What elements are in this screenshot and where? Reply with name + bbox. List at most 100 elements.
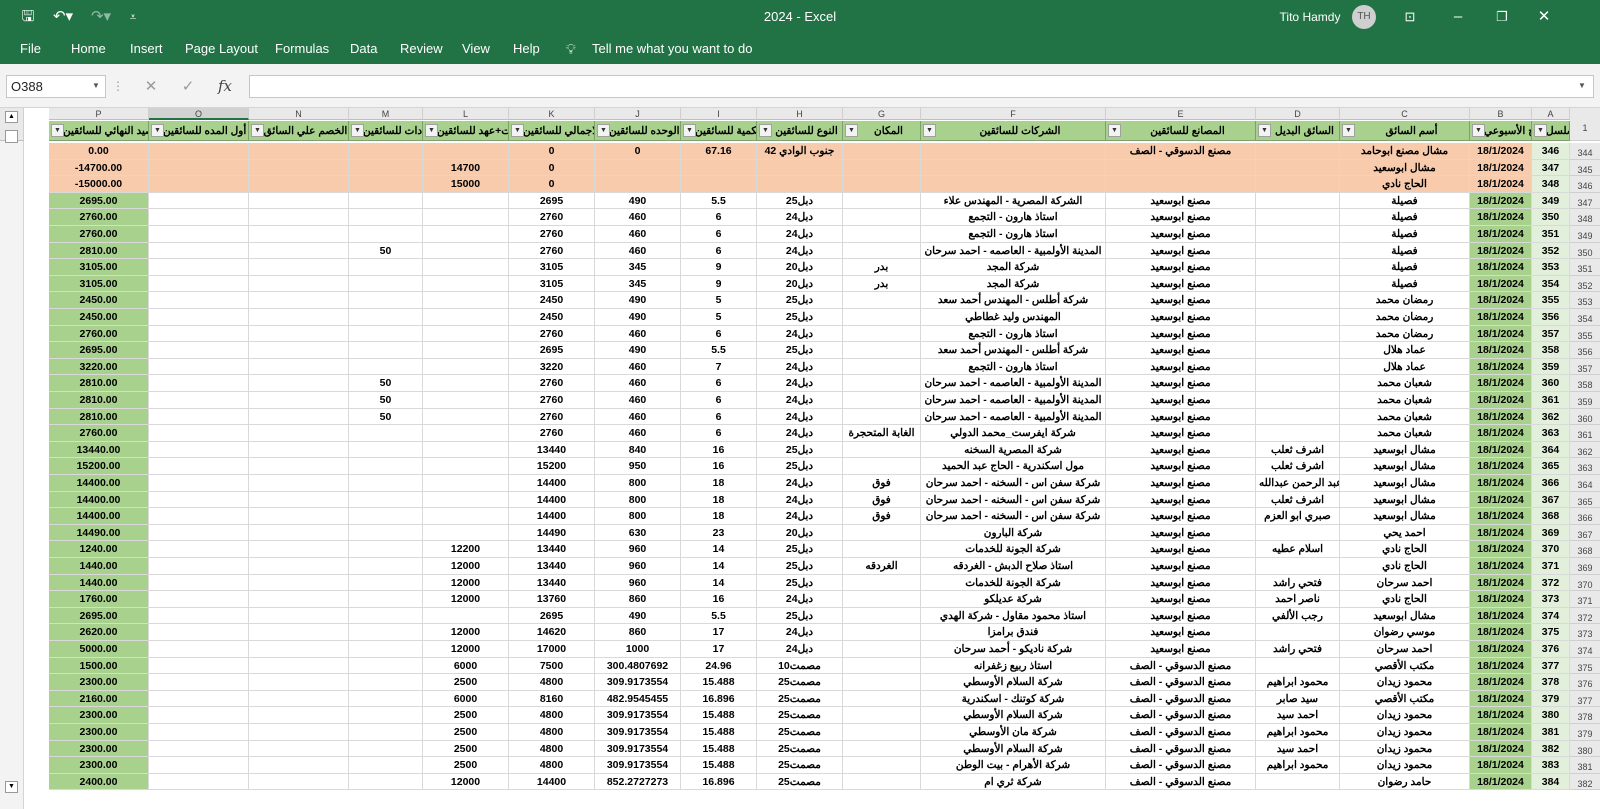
cell[interactable]: 2300.00: [49, 724, 149, 741]
cell[interactable]: 18/1/2024: [1470, 475, 1532, 492]
cell[interactable]: [249, 707, 349, 724]
cell[interactable]: 460: [595, 226, 681, 243]
cell[interactable]: [423, 192, 509, 210]
cell[interactable]: 365: [1532, 458, 1570, 475]
cell[interactable]: 6000: [423, 657, 509, 675]
cell[interactable]: دبل24: [757, 624, 843, 641]
cell[interactable]: 8160: [509, 690, 595, 708]
cell[interactable]: [349, 441, 423, 459]
cell[interactable]: [349, 192, 423, 210]
cell[interactable]: [1256, 392, 1340, 409]
cell[interactable]: [843, 740, 921, 758]
cell[interactable]: بدر: [843, 275, 921, 293]
cell[interactable]: رجب الألفي: [1256, 607, 1340, 625]
cell[interactable]: [249, 209, 349, 226]
column-header-g[interactable]: G: [843, 108, 921, 120]
row-header[interactable]: 367: [1570, 524, 1600, 542]
cell[interactable]: [1106, 176, 1256, 193]
column-header-l[interactable]: L: [423, 108, 509, 120]
cell[interactable]: 14490: [509, 524, 595, 542]
cell[interactable]: جنوب الوادي 42: [757, 143, 843, 160]
cell[interactable]: مصنع ابوسعيد: [1106, 325, 1256, 343]
cell[interactable]: 4800: [509, 674, 595, 691]
cell[interactable]: [843, 690, 921, 708]
cell[interactable]: 13440: [509, 541, 595, 558]
cell[interactable]: دبل25: [757, 574, 843, 592]
cell[interactable]: 3220.00: [49, 358, 149, 376]
cell[interactable]: [681, 159, 757, 177]
column-header-m[interactable]: M: [349, 108, 423, 120]
cell[interactable]: [349, 558, 423, 575]
row-header[interactable]: 378: [1570, 707, 1600, 724]
cell[interactable]: 18/1/2024: [1470, 259, 1532, 276]
cell[interactable]: 372: [1532, 574, 1570, 592]
cell[interactable]: دبل24: [757, 491, 843, 509]
row-header[interactable]: 350: [1570, 242, 1600, 260]
cell[interactable]: [249, 358, 349, 376]
cell[interactable]: [1106, 159, 1256, 177]
cell[interactable]: [249, 524, 349, 542]
cell[interactable]: 2500: [423, 757, 509, 774]
cell[interactable]: 2500: [423, 707, 509, 724]
cell[interactable]: [423, 325, 509, 343]
cell[interactable]: 840: [595, 441, 681, 459]
cell[interactable]: 5: [681, 309, 757, 326]
cell[interactable]: 1440.00: [49, 558, 149, 575]
cell[interactable]: [843, 707, 921, 724]
cell[interactable]: شركة المجد: [921, 275, 1106, 293]
cell[interactable]: [249, 408, 349, 426]
cell[interactable]: شركة عديلكو: [921, 591, 1106, 608]
cell[interactable]: 13760: [509, 591, 595, 608]
cell[interactable]: 9: [681, 275, 757, 293]
cell[interactable]: [149, 591, 249, 608]
column-header-c[interactable]: C: [1340, 108, 1470, 120]
cell[interactable]: 18: [681, 475, 757, 492]
cell[interactable]: [843, 524, 921, 542]
cell[interactable]: [843, 242, 921, 260]
cell[interactable]: 16: [681, 441, 757, 459]
cell[interactable]: مصنع ابوسعيد: [1106, 309, 1256, 326]
cell[interactable]: 2695: [509, 192, 595, 210]
cell[interactable]: 3105: [509, 275, 595, 293]
cell[interactable]: 18/1/2024: [1470, 325, 1532, 343]
cell[interactable]: مصنع ابوسعيد: [1106, 624, 1256, 641]
cell[interactable]: 800: [595, 475, 681, 492]
row-header[interactable]: 370: [1570, 574, 1600, 592]
cell[interactable]: مصمت25: [757, 690, 843, 708]
cell[interactable]: [149, 275, 249, 293]
cell[interactable]: دبل25: [757, 458, 843, 475]
column-header-d[interactable]: D: [1256, 108, 1340, 120]
cell[interactable]: 351: [1532, 226, 1570, 243]
cell[interactable]: استاذ ربيع زغفرانه: [921, 657, 1106, 675]
cell[interactable]: 309.9173554: [595, 674, 681, 691]
cell[interactable]: 15.488: [681, 674, 757, 691]
cell[interactable]: شعبان محمد: [1340, 425, 1470, 442]
cell[interactable]: [843, 773, 921, 791]
cell[interactable]: 18/1/2024: [1470, 143, 1532, 160]
cell[interactable]: 381: [1532, 724, 1570, 741]
cell[interactable]: [423, 524, 509, 542]
cell[interactable]: [1256, 375, 1340, 392]
cell[interactable]: 18/1/2024: [1470, 275, 1532, 293]
cell[interactable]: 2450: [509, 292, 595, 309]
cell[interactable]: 1760.00: [49, 591, 149, 608]
cell[interactable]: 6: [681, 392, 757, 409]
cell[interactable]: 13440.00: [49, 441, 149, 459]
cell[interactable]: 2760: [509, 209, 595, 226]
cell[interactable]: [249, 392, 349, 409]
cell[interactable]: [843, 342, 921, 359]
cell[interactable]: [249, 159, 349, 177]
cell[interactable]: 2300.00: [49, 707, 149, 724]
row-header[interactable]: 348: [1570, 209, 1600, 226]
cell[interactable]: [349, 657, 423, 675]
cell[interactable]: [843, 209, 921, 226]
cell[interactable]: [843, 375, 921, 392]
cell[interactable]: [349, 541, 423, 558]
row-header[interactable]: 374: [1570, 641, 1600, 658]
cell[interactable]: اشرف ثعلب: [1256, 458, 1340, 475]
cell[interactable]: [249, 259, 349, 276]
cell[interactable]: 23: [681, 524, 757, 542]
cell[interactable]: مشال مصنع ابوحامد: [1340, 143, 1470, 160]
cell[interactable]: 2760.00: [49, 226, 149, 243]
name-box-dropdown-icon[interactable]: ▼: [92, 81, 100, 90]
